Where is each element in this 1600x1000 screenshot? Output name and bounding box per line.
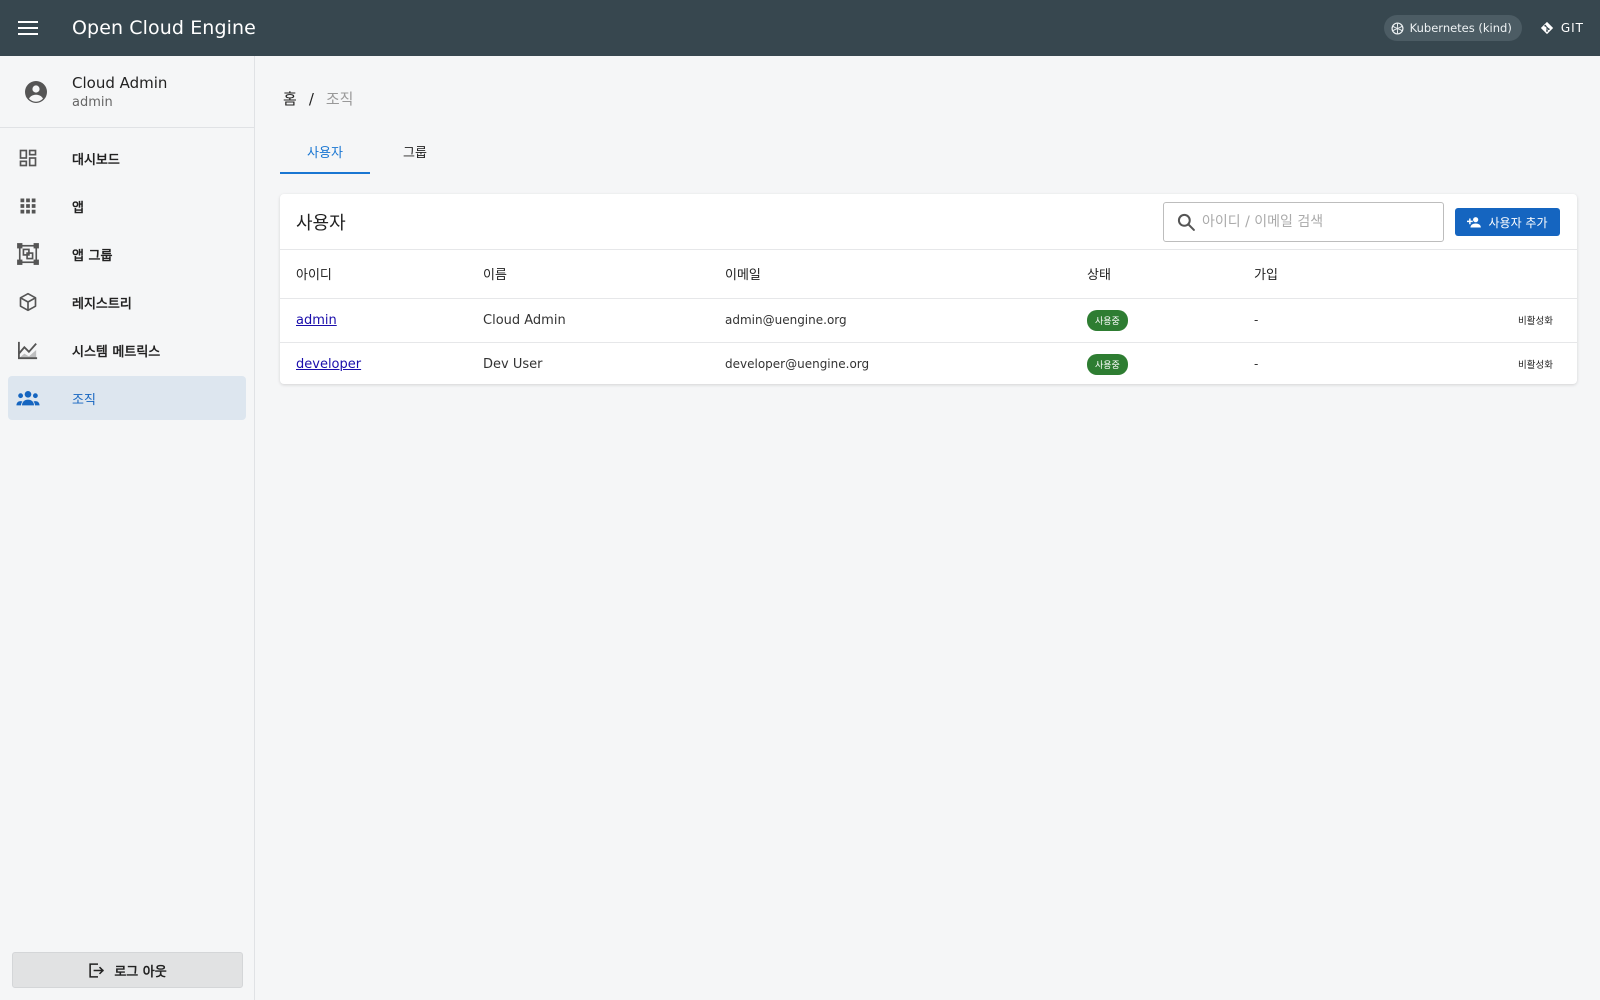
- people-icon: [16, 390, 40, 406]
- tab-groups[interactable]: 그룹: [370, 132, 460, 174]
- user-name: Dev User: [483, 356, 543, 372]
- logout-label: 로그 아웃: [114, 964, 167, 980]
- nav-item-registry[interactable]: 레지스트리: [8, 280, 246, 324]
- nav-label: 앱 그룹: [72, 248, 113, 264]
- nav-label: 조직: [72, 392, 96, 408]
- column-header-name[interactable]: 이름: [483, 250, 725, 299]
- user-id-link[interactable]: developer: [296, 357, 361, 372]
- sidebar: Cloud Admin admin 대시보드 앱 앱 그룹 레지스트리 시스템 …: [0, 56, 255, 1000]
- nav-item-system-metrics[interactable]: 시스템 메트릭스: [8, 328, 246, 372]
- add-user-button[interactable]: 사용자 추가: [1455, 208, 1560, 236]
- card-title: 사용자: [296, 212, 346, 234]
- deactivate-button[interactable]: 비활성화: [1518, 316, 1553, 327]
- breadcrumb-home[interactable]: 홈: [283, 88, 297, 109]
- users-card-header: 사용자 사용자 추가: [280, 194, 1577, 250]
- nav-item-dashboard[interactable]: 대시보드: [8, 136, 246, 180]
- add-user-label: 사용자 추가: [1488, 215, 1548, 230]
- breadcrumb: 홈 / 조직: [283, 88, 353, 109]
- logout-icon: [89, 962, 105, 978]
- column-header-status[interactable]: 상태: [1087, 250, 1254, 299]
- status-badge: 사용중: [1087, 309, 1128, 331]
- nav-label: 앱: [72, 200, 84, 216]
- table-header-row: 아이디 이름 이메일 상태 가입: [280, 250, 1577, 299]
- app-title: Open Cloud Engine: [72, 17, 256, 39]
- user-email: developer@uengine.org: [725, 357, 870, 372]
- user-profile: Cloud Admin admin: [0, 56, 254, 128]
- user-joined: -: [1254, 298, 1464, 343]
- app-bar: Open Cloud Engine Kubernetes (kind) GIT: [0, 0, 1600, 56]
- user-id-link[interactable]: admin: [296, 313, 337, 328]
- column-header-action: [1464, 250, 1577, 299]
- person-add-icon: [1467, 217, 1482, 228]
- git-icon: [1540, 21, 1553, 35]
- nav-item-apps[interactable]: 앱: [8, 184, 246, 228]
- search-box: [1163, 202, 1444, 242]
- user-joined: -: [1254, 357, 1259, 372]
- users-table: 아이디 이름 이메일 상태 가입 admin Cloud Admin admin…: [280, 250, 1577, 386]
- breadcrumb-separator: /: [308, 89, 314, 108]
- menu-icon: [18, 21, 38, 35]
- column-header-email[interactable]: 이메일: [725, 250, 1087, 299]
- nav-label: 레지스트리: [72, 296, 132, 312]
- package-icon: [19, 292, 37, 312]
- table-row: admin Cloud Admin admin@uengine.org 사용중 …: [280, 298, 1577, 343]
- apps-grid-icon: [20, 198, 36, 214]
- dashboard-icon: [19, 149, 37, 167]
- profile-login: admin: [72, 94, 113, 110]
- column-header-id[interactable]: 아이디: [280, 250, 483, 299]
- tab-bar: 사용자 그룹: [280, 132, 460, 174]
- breadcrumb-current: 조직: [325, 90, 354, 108]
- nav-label: 대시보드: [72, 152, 120, 168]
- cluster-chip-label: Kubernetes (kind): [1409, 21, 1512, 35]
- user-name: Cloud Admin: [483, 298, 725, 343]
- kubernetes-icon: [1391, 21, 1404, 35]
- profile-name: Cloud Admin: [72, 73, 168, 92]
- users-card: 사용자 사용자 추가 아이디 이름 이메일 상태 가입: [280, 194, 1577, 384]
- nav-menu: 대시보드 앱 앱 그룹 레지스트리 시스템 메트릭스 조직: [0, 128, 254, 420]
- search-icon: [1177, 213, 1195, 231]
- logout-button[interactable]: 로그 아웃: [12, 952, 243, 988]
- status-badge: 사용중: [1087, 353, 1128, 375]
- git-button[interactable]: GIT: [1540, 21, 1584, 35]
- nav-item-app-group[interactable]: 앱 그룹: [8, 232, 246, 276]
- nav-item-organization[interactable]: 조직: [8, 376, 246, 420]
- main-content: 홈 / 조직 사용자 그룹 사용자 사용자 추가 아이디 이름 이메일: [256, 56, 1600, 1000]
- nav-label: 시스템 메트릭스: [72, 344, 161, 360]
- tab-users[interactable]: 사용자: [280, 132, 370, 174]
- user-email: admin@uengine.org: [725, 298, 1087, 343]
- git-label: GIT: [1560, 21, 1584, 35]
- chart-icon: [18, 341, 38, 360]
- deactivate-button[interactable]: 비활성화: [1518, 360, 1553, 371]
- account-circle-icon: [25, 80, 47, 103]
- cluster-chip[interactable]: Kubernetes (kind): [1383, 15, 1522, 41]
- column-header-joined[interactable]: 가입: [1254, 250, 1464, 299]
- search-input[interactable]: [1202, 214, 1422, 230]
- menu-button[interactable]: [0, 0, 56, 56]
- app-group-icon: [17, 243, 39, 265]
- table-row: developer Dev User developer@uengine.org…: [280, 342, 1577, 386]
